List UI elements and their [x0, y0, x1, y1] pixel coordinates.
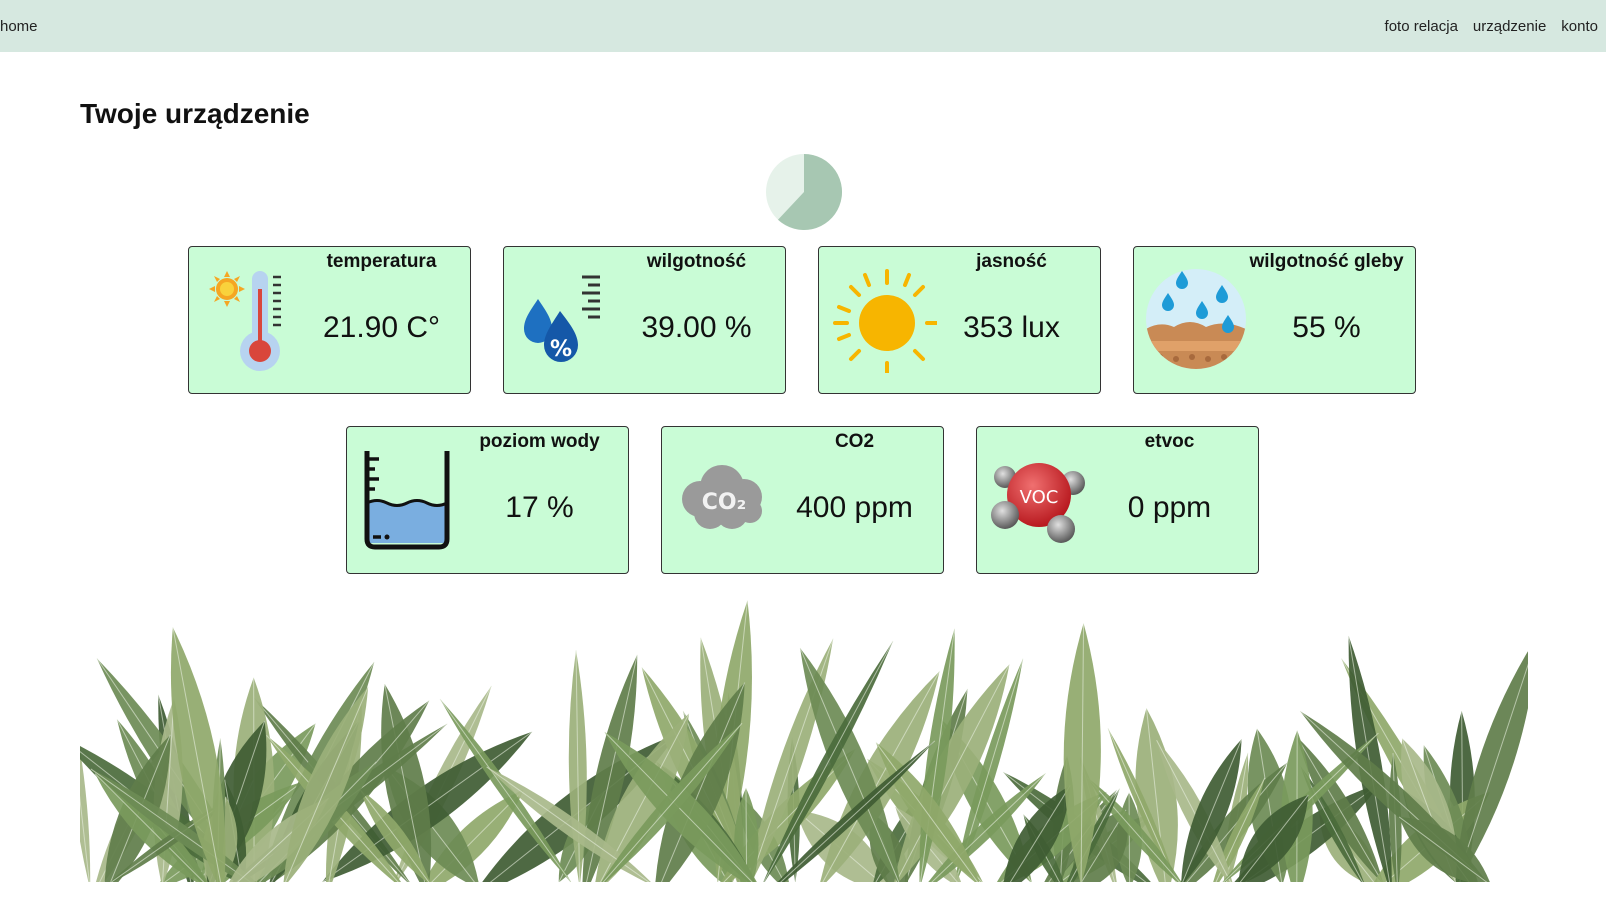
voc-molecule-icon: VOC	[991, 463, 1085, 543]
sensor-value: 400 ppm	[796, 491, 913, 524]
voc-icon-text: VOC	[1020, 487, 1059, 508]
sensor-label: etvoc	[1144, 431, 1195, 452]
humidity-icon: %	[524, 275, 600, 362]
sun-icon	[833, 269, 937, 373]
nav-right-links: foto relacja urządzenie konto	[1385, 18, 1598, 35]
sensor-card-humidity: % wilgotność 39.00 %	[503, 246, 786, 394]
sensor-label: temperatura	[326, 251, 437, 272]
sensor-value: 55 %	[1292, 311, 1361, 344]
nav-link-urzadzenie[interactable]: urządzenie	[1473, 18, 1546, 35]
sensor-card-water-level: poziom wody 17 %	[346, 426, 629, 574]
sensor-label: CO2	[834, 431, 875, 452]
sensor-label: wilgotność gleby	[1249, 251, 1404, 272]
nav-link-home[interactable]: home	[0, 18, 38, 35]
nav-link-konto[interactable]: konto	[1561, 18, 1598, 35]
sensor-card-temperature: temperatura 21.90 C°	[188, 246, 471, 394]
tropical-plants-banner-image	[80, 586, 1528, 882]
sensor-value: 17 %	[505, 491, 574, 524]
sensor-card-soil-moisture: wilgotność gleby 55 %	[1133, 246, 1416, 394]
sensor-value: 21.90 C°	[322, 311, 441, 344]
sensor-value: 353 lux	[963, 311, 1060, 344]
sensor-label: wilgotność	[646, 251, 747, 272]
page-title: Twoje urządzenie	[80, 98, 310, 129]
svg-text:%: %	[550, 337, 572, 362]
sensor-card-co2: CO₂ CO2 400 ppm	[661, 426, 944, 574]
top-navbar: home foto relacja urządzenie konto	[0, 0, 1606, 52]
sensor-card-brightness: jasność 353 lux	[818, 246, 1101, 394]
sensor-card-etvoc: VOC etvoc 0 ppm	[976, 426, 1259, 574]
co2-icon-text: CO₂	[702, 490, 746, 515]
sensor-label: jasność	[976, 251, 1047, 272]
co2-cloud-icon: CO₂	[682, 465, 762, 529]
nav-link-foto-relacja[interactable]: foto relacja	[1385, 18, 1458, 35]
sensor-label: poziom wody	[479, 431, 600, 452]
sensor-value: 39.00 %	[641, 311, 752, 344]
sensor-value: 0 ppm	[1127, 491, 1212, 524]
soil-moisture-icon	[1146, 269, 1246, 369]
thermometer-icon	[209, 271, 281, 371]
water-level-icon	[364, 451, 450, 550]
leaf-vein	[1128, 792, 1131, 882]
loading-pie-indicator	[766, 154, 842, 230]
